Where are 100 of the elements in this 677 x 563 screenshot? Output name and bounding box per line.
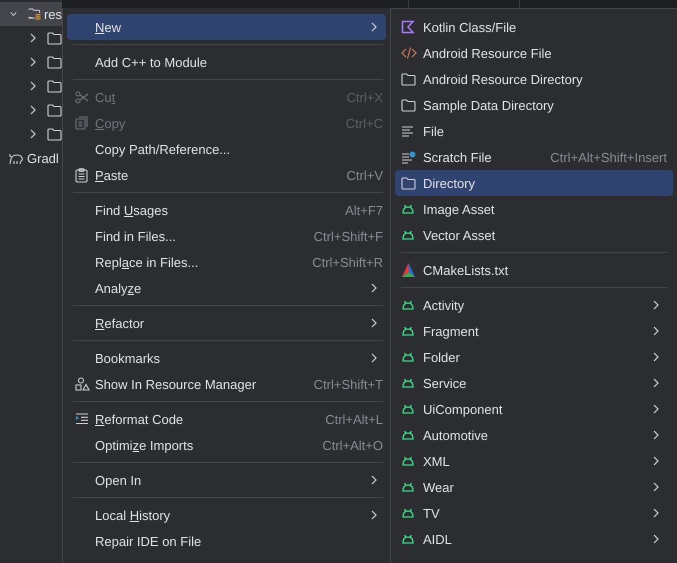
- menu-item-label: New: [95, 20, 122, 34]
- menu-item-label: Open In: [95, 472, 142, 488]
- menu-item-label: Sample Data Directory: [423, 98, 555, 112]
- menu-item[interactable]: Bookmarks: [67, 345, 386, 371]
- menu-item[interactable]: Optimize Imports Ctrl+Alt+O: [67, 432, 386, 458]
- menu-item[interactable]: Find in Files... Ctrl+Shift+F: [67, 223, 386, 249]
- menu-item-label: File: [423, 124, 445, 138]
- menu-item-label: CMakeLists.txt: [423, 262, 510, 278]
- menu-item[interactable]: XML: [395, 448, 673, 474]
- menu-item[interactable]: Scratch File Ctrl+Alt+Shift+Insert: [395, 144, 673, 170]
- android-icon: [401, 456, 415, 466]
- menu-item[interactable]: TV: [395, 500, 673, 526]
- menu-item-label: Replace in Files...: [95, 254, 200, 270]
- menu-item-label: Paste: [95, 168, 130, 182]
- menu-item-label: Optimize Imports: [95, 438, 194, 452]
- menu-item[interactable]: Refactor: [67, 310, 386, 336]
- clipboard-icon: [75, 168, 88, 182]
- android-icon: [401, 230, 415, 240]
- menu-item-label: AIDL: [423, 532, 453, 546]
- code-icon: [401, 46, 417, 60]
- menu-item[interactable]: Replace in Files... Ctrl+Shift+R: [67, 249, 386, 275]
- shortcut-label: Ctrl+V: [346, 168, 383, 182]
- menu-item[interactable]: Kotlin Class/File: [395, 14, 673, 40]
- menu-item-label: Scratch File: [423, 150, 493, 164]
- menu-item[interactable]: Sample Data Directory: [395, 92, 673, 118]
- menu-item-label: Copy: [95, 116, 126, 130]
- menu-item[interactable]: File: [395, 118, 673, 144]
- tree-item-label[interactable]: res: [44, 6, 62, 22]
- android-icon: [401, 404, 415, 414]
- scissors-icon: [75, 90, 89, 104]
- menu-item-label: UiComponent: [423, 402, 504, 416]
- menu-item-label: Local History: [95, 508, 172, 522]
- shortcut-label: Ctrl+Shift+R: [312, 254, 383, 270]
- menu-item[interactable]: Copy Path/Reference...: [67, 136, 386, 162]
- menu-item[interactable]: Automotive: [395, 422, 673, 448]
- menu-item-label: XML: [423, 454, 451, 468]
- shortcut-label: Ctrl+Alt+O: [322, 438, 383, 452]
- android-icon: [401, 204, 415, 214]
- menu-item-label: Directory: [423, 176, 476, 190]
- menu-item[interactable]: Vector Asset: [395, 222, 673, 248]
- menu-item[interactable]: Directory: [395, 170, 673, 196]
- menu-item[interactable]: Local History: [67, 502, 386, 528]
- menu-item-label: Fragment: [423, 324, 480, 338]
- menu-item[interactable]: Android Resource File: [395, 40, 673, 66]
- menu-item-label: Find Usages: [95, 202, 169, 218]
- menu-item-label: Android Resource File: [423, 46, 553, 60]
- android-icon: [401, 326, 415, 336]
- android-icon: [401, 482, 415, 492]
- menu-item-label: Service: [423, 376, 468, 390]
- menu-item[interactable]: AIDL: [395, 526, 673, 552]
- indent-icon: [75, 413, 89, 425]
- menu-item-label: Find in Files...: [95, 228, 177, 244]
- menu-item-label: Image Asset: [423, 202, 496, 216]
- menu-item-label: Bookmarks: [95, 350, 162, 366]
- menu-item[interactable]: Open In: [67, 467, 386, 493]
- shortcut-label: Ctrl+Shift+T: [314, 376, 383, 392]
- menu-item[interactable]: Analyze: [67, 275, 386, 301]
- menu-item-label: Repair IDE on File: [95, 534, 202, 548]
- menu-item[interactable]: UiComponent: [395, 396, 673, 422]
- menu-item[interactable]: Paste Ctrl+V: [67, 162, 386, 188]
- elephant-icon: [8, 152, 24, 164]
- copy-icon: [75, 116, 88, 130]
- android-icon: [401, 430, 415, 440]
- tree-item-label[interactable]: Gradl: [27, 150, 59, 166]
- folder-icon: [401, 72, 416, 86]
- menu-item[interactable]: Fragment: [395, 318, 673, 344]
- menu-item[interactable]: Show In Resource Manager Ctrl+Shift+T: [67, 371, 386, 397]
- menu-item[interactable]: Find Usages Alt+F7: [67, 197, 386, 223]
- menu-item[interactable]: Folder: [395, 344, 673, 370]
- android-icon: [401, 352, 415, 362]
- shapes-icon: [75, 377, 90, 391]
- menu-item[interactable]: Repair IDE on File: [67, 528, 386, 554]
- menu-item[interactable]: Wear: [395, 474, 673, 500]
- folder-icon: [401, 176, 416, 190]
- menu-item[interactable]: Service: [395, 370, 673, 396]
- menu-item-label: TV: [423, 506, 441, 520]
- shortcut-label: Ctrl+Shift+F: [314, 228, 383, 244]
- menu-item[interactable]: Image Asset: [395, 196, 673, 222]
- folder-icon: [47, 32, 62, 44]
- menu-item[interactable]: New: [67, 14, 386, 40]
- menu-item[interactable]: Reformat Code Ctrl+Alt+L: [67, 406, 386, 432]
- menu-item-label: Automotive: [423, 428, 490, 442]
- menu-item[interactable]: CMakeLists.txt: [395, 257, 673, 283]
- triangle-logo-icon: [401, 262, 416, 278]
- menu-item-label: Show In Resource Manager: [95, 376, 258, 392]
- menu-item-label: Refactor: [95, 316, 146, 330]
- folder-icon: [47, 80, 62, 92]
- shortcut-label: Alt+F7: [345, 202, 383, 218]
- kotlin-icon: [401, 20, 415, 34]
- scratch-file-icon: [401, 150, 416, 164]
- menu-item[interactable]: Android Resource Directory: [395, 66, 673, 92]
- menu-item-label: Copy Path/Reference...: [95, 142, 232, 156]
- menu-item-label: Cut: [95, 90, 116, 104]
- menu-item[interactable]: Activity: [395, 292, 673, 318]
- android-icon: [401, 300, 415, 310]
- menu-item-label: Reformat Code: [95, 412, 184, 426]
- shortcut-label: Ctrl+Alt+L: [325, 412, 383, 426]
- folder-icon: [47, 128, 62, 140]
- menu-item-label: Vector Asset: [423, 228, 496, 242]
- menu-item[interactable]: Add C++ to Module: [67, 49, 386, 75]
